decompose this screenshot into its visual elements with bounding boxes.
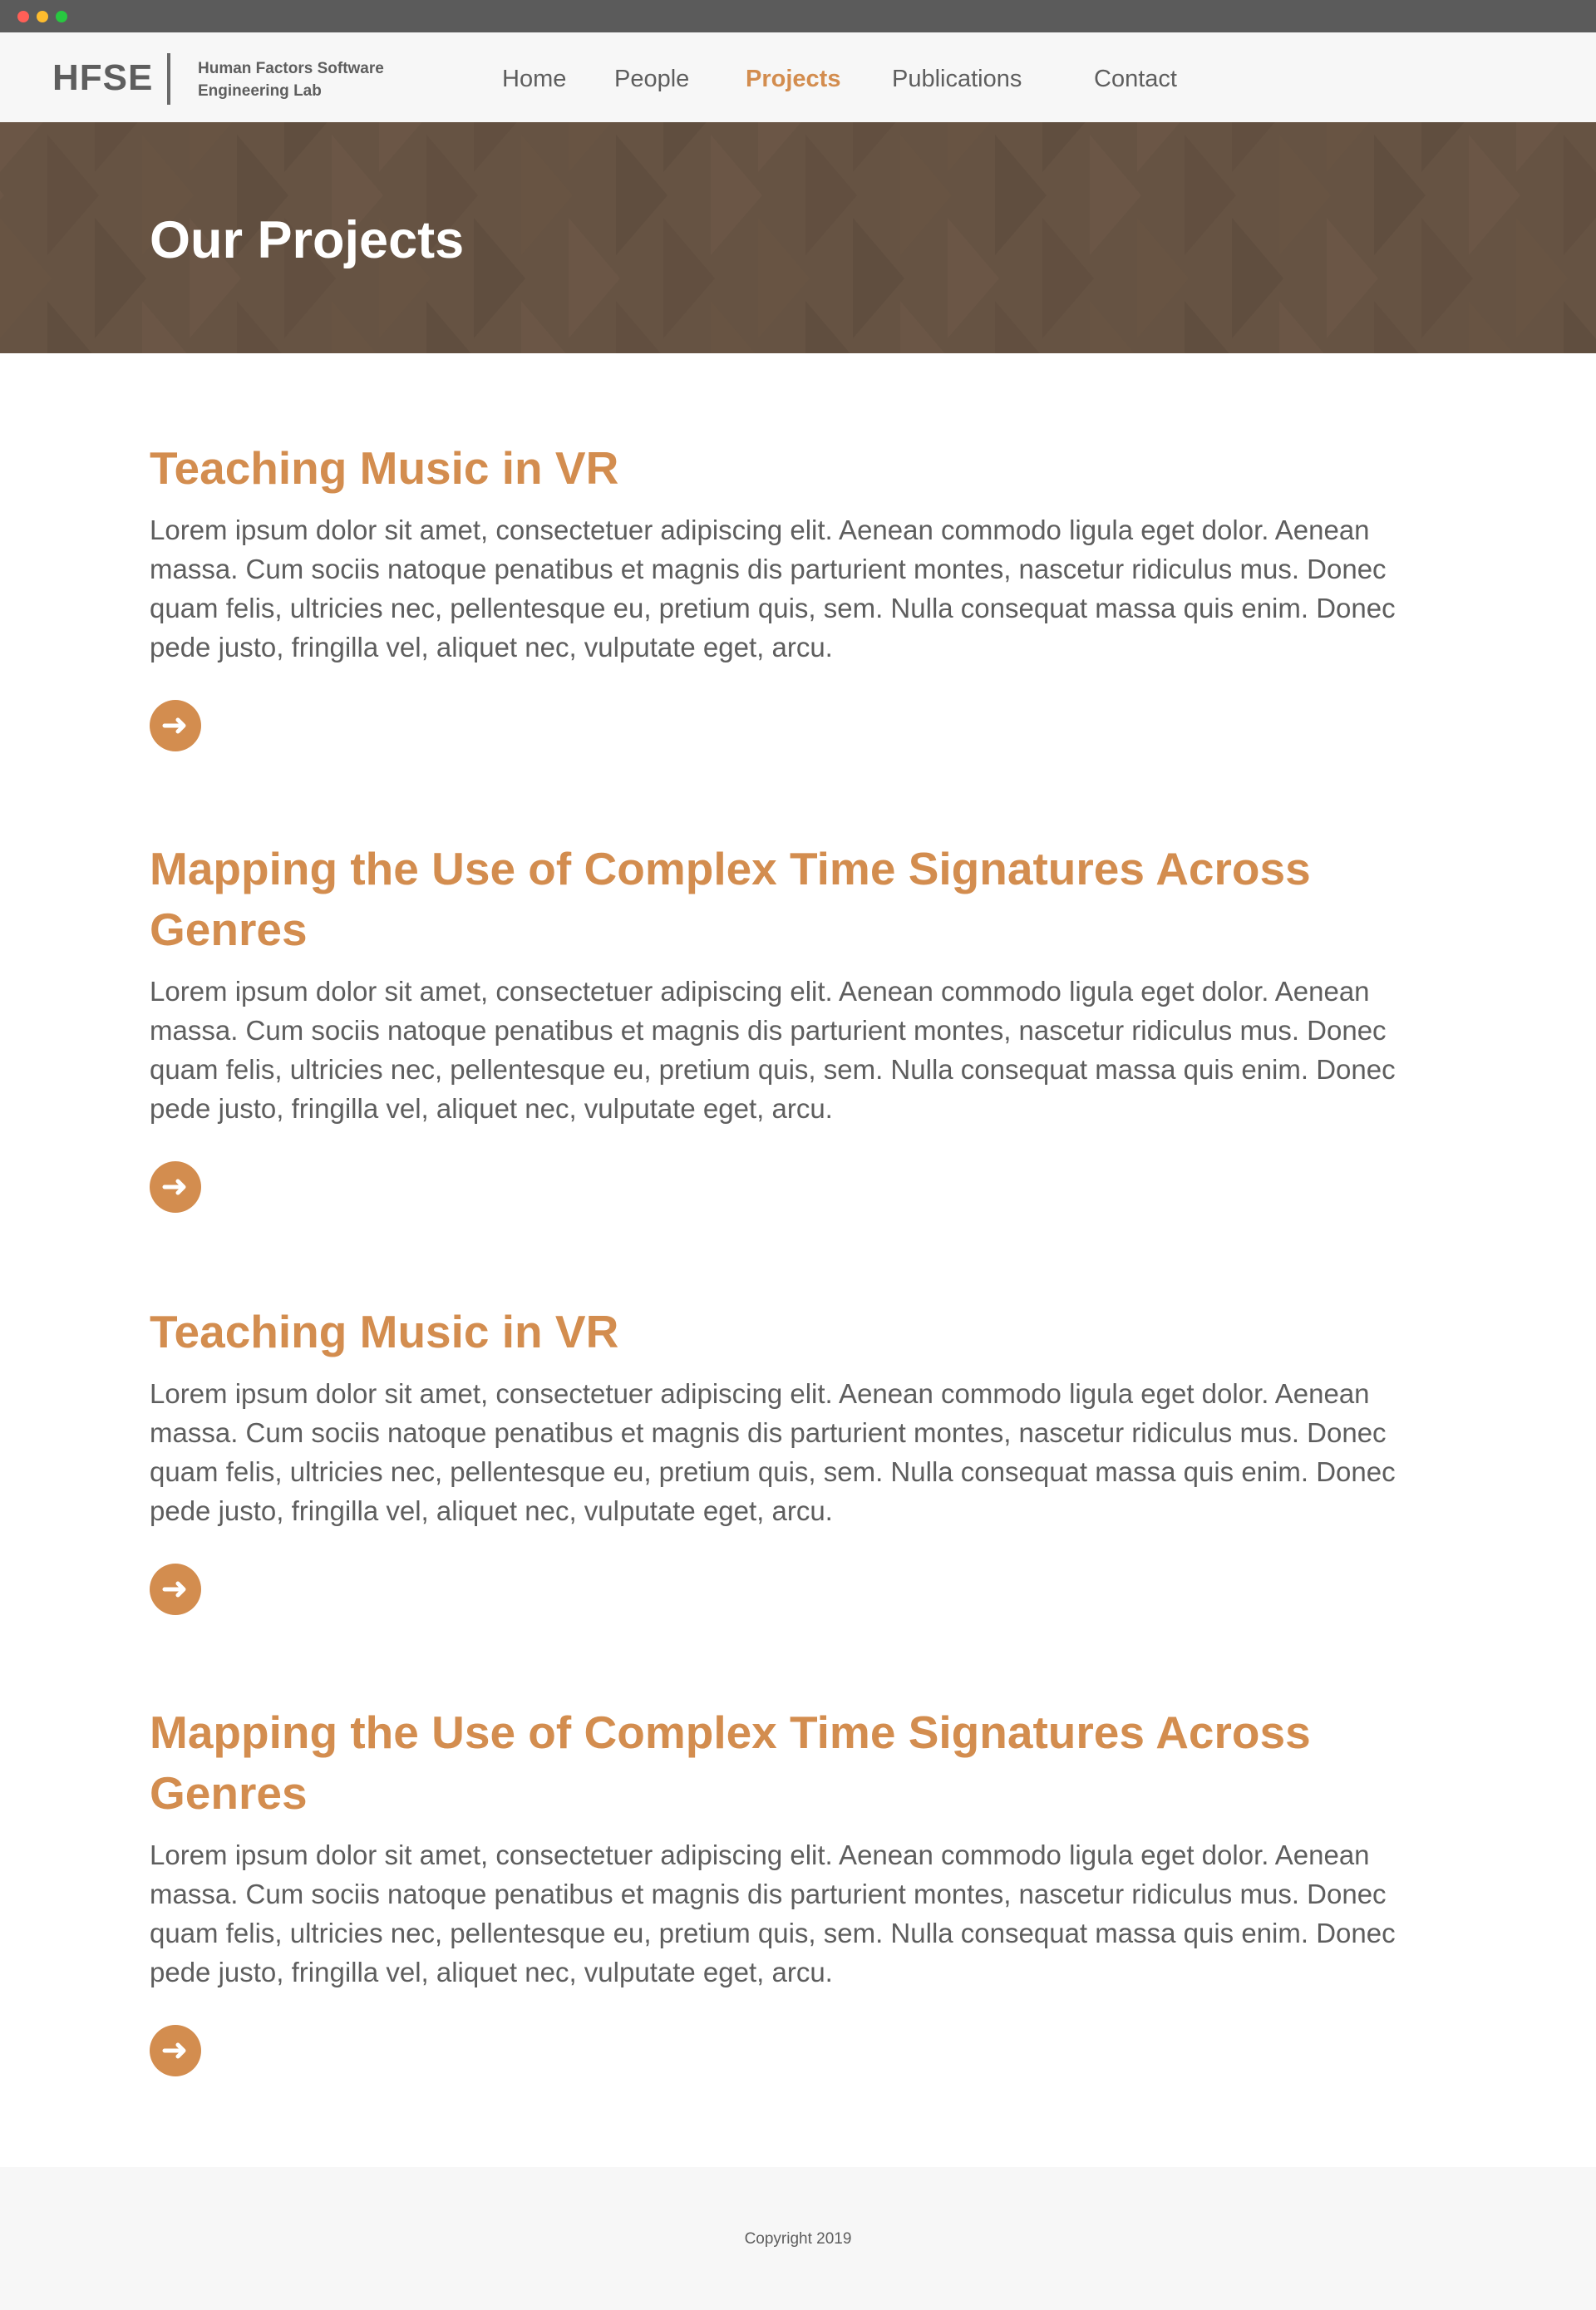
site-header: HFSE Human Factors Software Engineering … (0, 32, 1596, 122)
hero-pattern-triangle (95, 122, 138, 172)
hero-pattern-triangle (47, 135, 99, 255)
lab-name: Human Factors Software Engineering Lab (198, 60, 384, 100)
site-logo[interactable]: HFSE (52, 57, 153, 99)
hero-pattern-triangle (1279, 301, 1324, 353)
hero-pattern-triangle (1232, 218, 1283, 338)
project-title[interactable]: Mapping the Use of Complex Time Signatur… (150, 839, 1330, 960)
hero-pattern-triangle (1185, 301, 1229, 353)
project-title[interactable]: Teaching Music in VR (150, 1302, 1330, 1362)
hero-pattern-triangle (758, 122, 801, 172)
hero-pattern-triangle (1564, 135, 1596, 255)
hero-pattern-triangle (0, 218, 52, 338)
project-card: Mapping the Use of Complex Time Signatur… (150, 839, 1396, 1213)
project-description: Lorem ipsum dolor sit amet, consectetuer… (150, 515, 1396, 662)
hero-pattern-triangle (711, 301, 756, 353)
project-card: Teaching Music in VR Lorem ipsum dolor s… (150, 1302, 1396, 1615)
hero-pattern-triangle (1421, 122, 1465, 172)
site-footer: Copyright 2019 (0, 2167, 1596, 2310)
nav-people[interactable]: People (614, 64, 689, 94)
hero-pattern-triangle (805, 301, 850, 353)
project-title[interactable]: Mapping the Use of Complex Time Signatur… (150, 1702, 1330, 1824)
hero-pattern-triangle (1516, 218, 1568, 338)
hero-banner: Our Projects (0, 122, 1596, 353)
hero-pattern-triangle (663, 218, 715, 338)
hero-pattern-triangle (616, 301, 661, 353)
hero-pattern-triangle (1374, 301, 1419, 353)
hero-pattern-triangle (142, 301, 187, 353)
project-description: Lorem ipsum dolor sit amet, consectetuer… (150, 976, 1396, 1124)
hero-pattern-triangle (379, 122, 422, 172)
hero-pattern-triangle (1469, 301, 1514, 353)
browser-titlebar (0, 0, 1596, 32)
hero-pattern-triangle (900, 135, 952, 255)
nav-contact[interactable]: Contact (1094, 64, 1177, 94)
hero-pattern-triangle (1564, 301, 1596, 353)
hero-pattern-triangle (1185, 135, 1236, 255)
hero-pattern-triangle (1137, 218, 1189, 338)
hero-pattern-triangle (521, 135, 573, 255)
hero-pattern-triangle (1469, 135, 1520, 255)
hero-pattern-triangle (1042, 218, 1094, 338)
hero-pattern-triangle (1042, 122, 1086, 172)
hero-pattern-triangle (1090, 135, 1141, 255)
hero-pattern-triangle (474, 218, 525, 338)
project-more-button[interactable] (150, 1564, 201, 1615)
project-more-button[interactable] (150, 700, 201, 751)
page-title: Our Projects (150, 211, 465, 269)
hero-pattern-triangle (995, 301, 1040, 353)
arrow-right-icon (162, 1581, 186, 1598)
project-card: Teaching Music in VR Lorem ipsum dolor s… (150, 438, 1396, 751)
hero-pattern-triangle (569, 122, 612, 172)
project-description: Lorem ipsum dolor sit amet, consectetuer… (150, 1378, 1396, 1526)
hero-pattern-triangle (521, 301, 566, 353)
project-title[interactable]: Teaching Music in VR (150, 438, 1330, 499)
copyright-text: Copyright 2019 (744, 2230, 852, 2248)
window-minimize-dot[interactable] (37, 11, 48, 22)
hero-pattern-triangle (900, 301, 945, 353)
hero-pattern-triangle (1327, 122, 1370, 172)
hero-pattern-triangle (474, 122, 517, 172)
nav-publications[interactable]: Publications (892, 64, 1022, 94)
hero-pattern-triangle (948, 218, 999, 338)
hero-pattern-triangle (190, 122, 233, 172)
window-maximize-dot[interactable] (56, 11, 67, 22)
hero-pattern-triangle (332, 301, 377, 353)
arrow-right-icon (162, 717, 186, 734)
hero-pattern-triangle (1090, 301, 1135, 353)
hero-pattern-triangle (569, 218, 620, 338)
hero-pattern-triangle (1279, 135, 1331, 255)
hero-pattern-triangle (805, 135, 857, 255)
hero-pattern-triangle (758, 218, 810, 338)
hero-pattern-triangle (95, 218, 146, 338)
hero-pattern-triangle (237, 301, 282, 353)
hero-pattern-triangle (1232, 122, 1275, 172)
arrow-right-icon (162, 1179, 186, 1195)
project-description: Lorem ipsum dolor sit amet, consectetuer… (150, 1840, 1396, 1987)
logo-divider (167, 53, 170, 105)
hero-pattern-triangle (711, 135, 762, 255)
hero-pattern-triangle (47, 301, 92, 353)
hero-pattern-triangle (663, 122, 707, 172)
hero-pattern-triangle (853, 218, 904, 338)
hero-pattern-triangle (0, 122, 43, 172)
project-more-button[interactable] (150, 2025, 201, 2076)
project-card: Mapping the Use of Complex Time Signatur… (150, 1702, 1396, 2076)
project-more-button[interactable] (150, 1161, 201, 1213)
nav-projects[interactable]: Projects (746, 64, 840, 94)
hero-pattern-triangle (1374, 135, 1426, 255)
hero-pattern-triangle (616, 135, 667, 255)
hero-pattern-triangle (1327, 218, 1378, 338)
hero-pattern-triangle (1516, 122, 1559, 172)
hero-pattern-triangle (426, 301, 471, 353)
nav-home[interactable]: Home (502, 64, 566, 94)
hero-pattern-triangle (853, 122, 896, 172)
hero-pattern-triangle (1421, 218, 1473, 338)
hero-pattern-triangle (284, 122, 328, 172)
arrow-right-icon (162, 2042, 186, 2059)
hero-pattern-triangle (995, 135, 1047, 255)
hero-pattern-triangle (1137, 122, 1180, 172)
window-close-dot[interactable] (17, 11, 29, 22)
hero-pattern-triangle (948, 122, 991, 172)
